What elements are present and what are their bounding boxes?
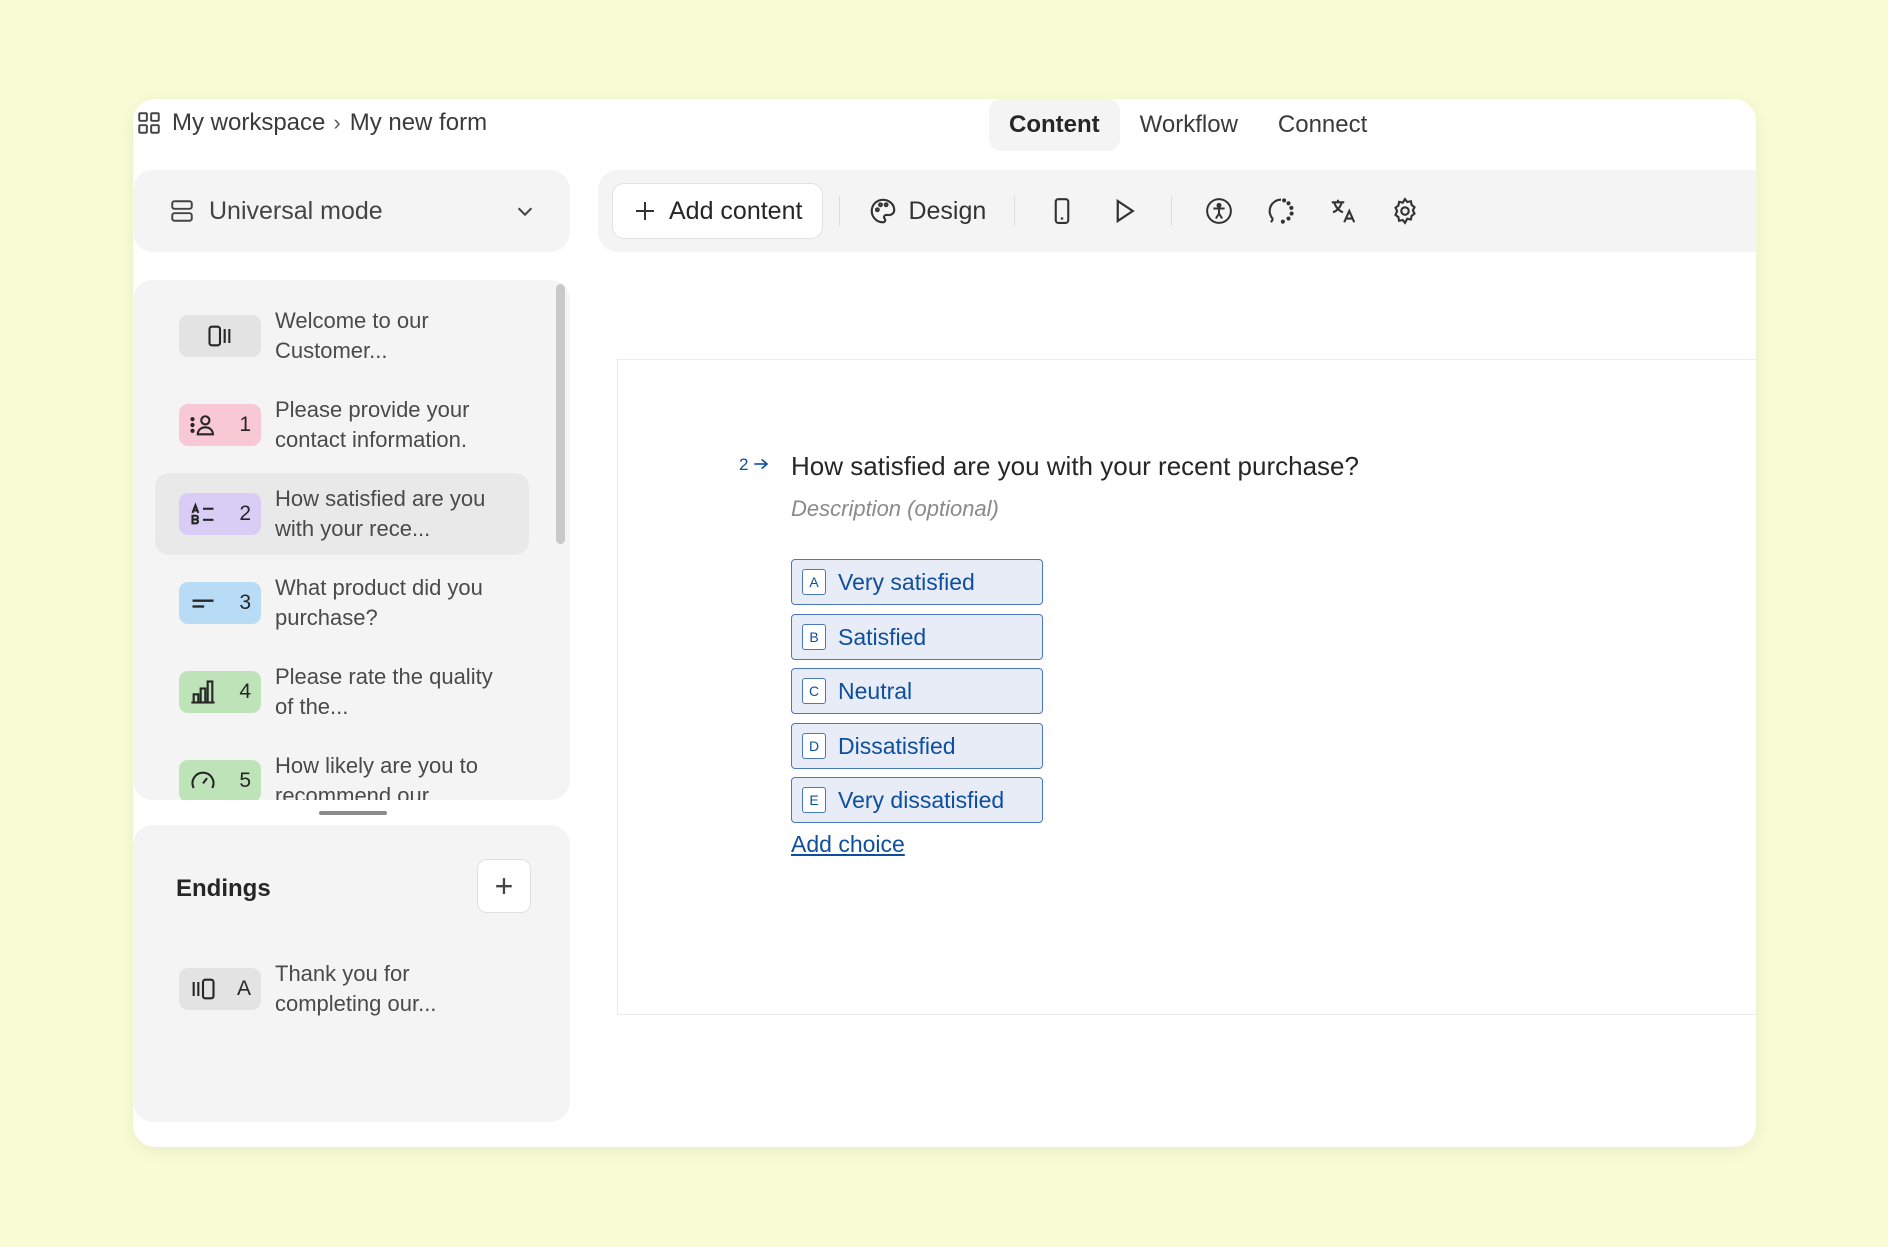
ending-letter: A: [236, 977, 251, 1000]
question-label: How satisfied are you with your rece...: [275, 486, 486, 541]
question-type-badge: 2: [179, 493, 261, 535]
choice-option[interactable]: B Satisfied: [791, 614, 1043, 660]
toolbar: Add content Design: [598, 170, 1756, 252]
tab-content[interactable]: Content: [989, 99, 1120, 151]
mobile-preview-icon: [1054, 198, 1070, 224]
settings-icon: [1394, 197, 1417, 225]
add-content-button[interactable]: Add content: [612, 183, 824, 239]
main-tabs: Content Workflow Connect: [989, 99, 1387, 151]
question-number: 2: [739, 455, 749, 474]
question-label: How likely are you to recommend our: [275, 753, 478, 800]
endings-panel: Endings + A Thank you for completing our…: [133, 825, 570, 1122]
list-item-welcome[interactable]: Welcome to our Customer...: [155, 295, 529, 377]
arrow-right-icon: [754, 458, 769, 470]
ending-type-badge: A: [179, 968, 261, 1010]
choice-label: Satisfied: [838, 623, 927, 650]
chevron-down-icon: [517, 207, 533, 217]
preview-play-button[interactable]: [1093, 183, 1155, 239]
ending-label: Thank you for completing our...: [275, 961, 437, 1016]
add-content-label: Add content: [669, 196, 803, 225]
list-item-question-1[interactable]: 1 Please provide your contact informatio…: [155, 384, 529, 466]
choice-option[interactable]: A Very satisfied: [791, 559, 1043, 605]
mobile-preview-button[interactable]: [1031, 183, 1093, 239]
rating-bars-icon: [191, 680, 215, 704]
choice-label: Dissatisfied: [838, 732, 956, 759]
question-description[interactable]: Description (optional): [791, 496, 999, 522]
design-button[interactable]: Design: [856, 196, 998, 226]
question-canvas: 2 How satisfied are you with your recent…: [617, 359, 1756, 1015]
question-type-badge: 5: [179, 760, 261, 800]
endings-title: Endings: [176, 875, 271, 902]
question-type-badge: 4: [179, 671, 261, 713]
translate-button[interactable]: [1312, 183, 1374, 239]
choice-key: C: [802, 678, 826, 704]
accessibility-icon: [1206, 198, 1233, 224]
loading-icon: [1268, 198, 1294, 224]
contact-info-icon: [190, 415, 214, 436]
toolbar-divider: [1171, 196, 1173, 226]
breadcrumb-workspace[interactable]: My workspace: [172, 109, 325, 137]
question-number: 1: [239, 413, 251, 436]
play-icon: [1116, 198, 1136, 224]
question-type-badge: [179, 315, 261, 357]
list-item-question-2[interactable]: 2 How satisfied are you with your rece..…: [155, 473, 529, 555]
choice-key: D: [802, 733, 826, 759]
tab-connect[interactable]: Connect: [1258, 99, 1387, 151]
list-item-question-5[interactable]: 5 How likely are you to recommend our: [155, 740, 529, 800]
panel-resize-handle[interactable]: [319, 811, 387, 815]
translate-icon: [1332, 199, 1356, 223]
list-item-question-4[interactable]: 4 Please rate the quality of the...: [155, 651, 529, 733]
mode-selector[interactable]: Universal mode: [133, 170, 570, 252]
loading-button[interactable]: [1250, 183, 1312, 239]
add-ending-button[interactable]: +: [477, 859, 531, 913]
question-type-badge: 1: [179, 404, 261, 446]
ending-screen-icon: [192, 978, 215, 1000]
settings-button[interactable]: [1374, 183, 1436, 239]
question-title[interactable]: How satisfied are you with your recent p…: [791, 451, 1359, 482]
choice-key: B: [802, 624, 826, 650]
question-label: What product did you purchase?: [275, 575, 483, 630]
short-text-icon: [192, 599, 214, 608]
tab-workflow[interactable]: Workflow: [1120, 99, 1258, 151]
question-label: Welcome to our Customer...: [275, 308, 429, 363]
plus-icon: [636, 202, 654, 220]
question-number: 5: [239, 769, 251, 792]
question-label: Please provide your contact information.: [275, 397, 470, 452]
layout-rows-icon: [171, 200, 193, 222]
form-builder-window: My workspace › My new form Content Workf…: [133, 99, 1756, 1147]
workspace-grid-icon[interactable]: [136, 110, 162, 136]
multiple-choice-icon: [191, 502, 214, 525]
breadcrumb-form[interactable]: My new form: [350, 109, 487, 137]
palette-icon: [871, 198, 896, 224]
choice-option[interactable]: D Dissatisfied: [791, 723, 1043, 769]
add-choice-link[interactable]: Add choice: [791, 831, 905, 858]
list-item-ending-a[interactable]: A Thank you for completing our...: [179, 959, 505, 1019]
choice-option[interactable]: C Neutral: [791, 668, 1043, 714]
question-label: Please rate the quality of the...: [275, 664, 493, 719]
question-list-scrollbar[interactable]: [556, 284, 565, 544]
choice-label: Neutral: [838, 677, 913, 704]
top-bar: My workspace › My new form Content Workf…: [133, 99, 1756, 153]
nps-gauge-icon: [191, 771, 215, 789]
toolbar-divider: [1014, 196, 1016, 226]
list-item-question-3[interactable]: 3 What product did you purchase?: [155, 562, 529, 644]
breadcrumb: My workspace › My new form: [136, 109, 487, 137]
accessibility-button[interactable]: [1188, 183, 1250, 239]
choice-label: Very satisfied: [838, 568, 975, 595]
mode-label: Universal mode: [209, 196, 383, 225]
design-label: Design: [908, 196, 987, 225]
toolbar-divider: [839, 196, 841, 226]
choice-key: A: [802, 569, 826, 595]
choice-option[interactable]: E Very dissatisfied: [791, 777, 1043, 823]
question-number: 4: [239, 680, 251, 703]
question-number: 2: [239, 502, 251, 525]
question-list: Welcome to our Customer... 1 Please prov…: [133, 280, 570, 800]
welcome-screen-icon: [208, 325, 231, 347]
breadcrumb-separator: ›: [333, 110, 341, 135]
choice-label: Very dissatisfied: [838, 786, 1005, 813]
question-number-indicator: 2: [739, 455, 769, 475]
question-number: 3: [239, 591, 251, 614]
choice-key: E: [802, 787, 826, 813]
question-type-badge: 3: [179, 582, 261, 624]
